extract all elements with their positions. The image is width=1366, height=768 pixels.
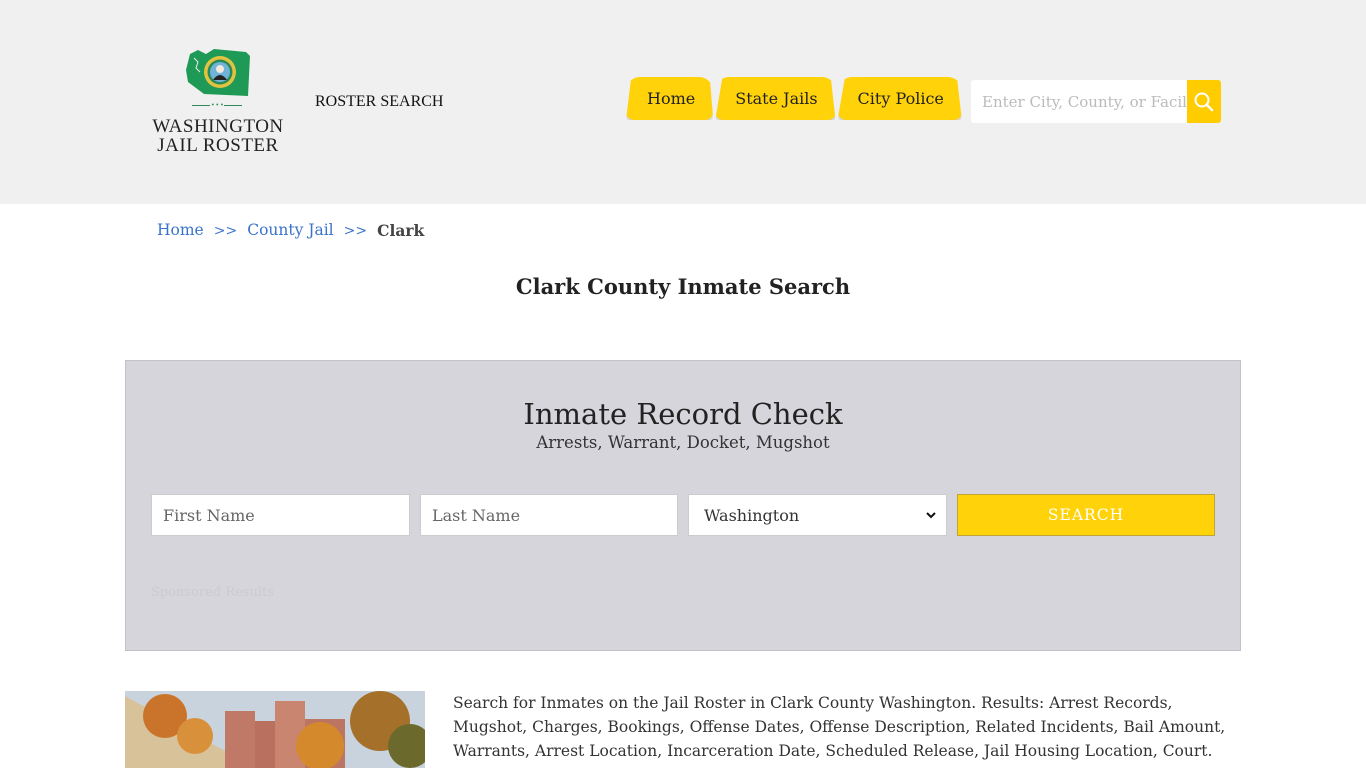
search-button[interactable]: SEARCH [957,494,1215,536]
state-select[interactable]: Washington [688,494,947,536]
site-logo[interactable]: ••• WASHINGTON JAIL ROSTER [148,46,288,158]
nav-state-jails[interactable]: State Jails [715,77,836,120]
record-check-title: Inmate Record Check [523,397,843,431]
washington-state-seal-map-icon [186,49,250,96]
first-name-input[interactable] [151,494,410,536]
search-icon [1194,92,1214,111]
facility-search-input[interactable] [971,80,1187,123]
nav-city-police[interactable]: City Police [837,77,962,120]
facility-search-button[interactable] [1187,80,1221,123]
roster-search-link[interactable]: ROSTER SEARCH [315,93,443,111]
site-header: ••• WASHINGTON JAIL ROSTER ROSTER SEARCH… [0,0,1366,204]
inmate-record-check-panel: Inmate Record Check Arrests, Warrant, Do… [125,360,1241,651]
breadcrumb-separator: >> [343,223,368,239]
last-name-input[interactable] [420,494,678,536]
county-description: Search for Inmates on the Jail Roster in… [453,694,1226,760]
nav-home[interactable]: Home [626,77,714,120]
sponsored-results-label: Sponsored Results [151,585,274,600]
breadcrumb: Home >> County Jail >> Clark [157,221,424,241]
jail-building-image [125,691,425,768]
breadcrumb-home[interactable]: Home [157,221,204,241]
breadcrumb-current: Clark [377,221,425,240]
chevron-down-icon [926,512,936,519]
logo-divider: ••• [192,103,242,109]
logo-title-line2: JAIL ROSTER [157,135,279,156]
facility-search [971,80,1221,123]
page-title: Clark County Inmate Search [515,274,851,299]
main-nav: Home State Jails City Police [626,77,964,121]
breadcrumb-separator: >> [213,223,238,239]
state-select-value: Washington [704,505,800,525]
breadcrumb-county-jail[interactable]: County Jail [247,221,333,241]
record-check-subtitle: Arrests, Warrant, Docket, Mugshot [536,433,830,452]
